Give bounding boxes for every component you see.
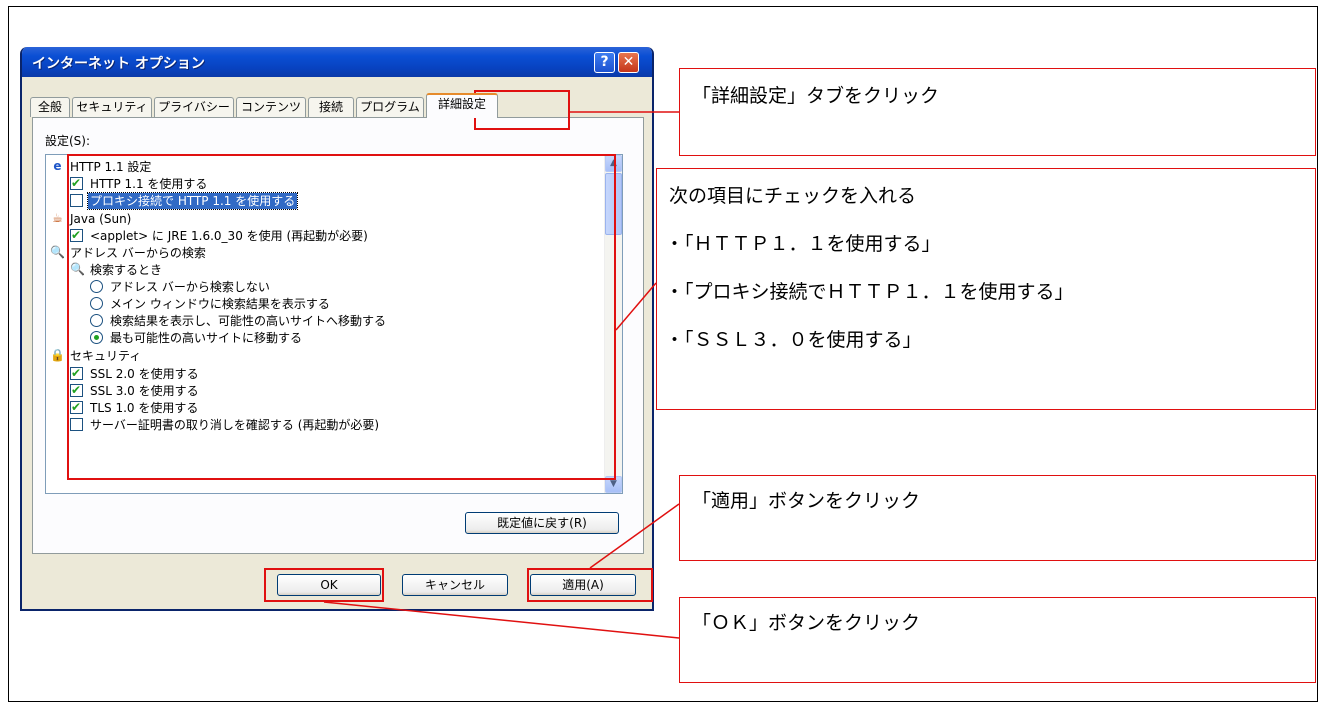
ok-callout: 「ＯＫ」ボタンをクリック	[679, 597, 1316, 683]
check-callout-item: ・「プロキシ接続でＨＴＴＰ１．１を使用する」	[665, 281, 1074, 303]
apply-callout: 「適用」ボタンをクリック	[679, 475, 1316, 561]
tab-advanced[interactable]: 詳細設定	[426, 93, 498, 118]
check-callout-item: ・「ＳＳＬ３．０を使用する」	[665, 329, 922, 351]
ok-callout-text: 「ＯＫ」ボタンをクリック	[692, 612, 921, 634]
check-callout-title: 次の項目にチェックを入れる	[669, 185, 917, 207]
check-callout: 次の項目にチェックを入れる ・「ＨＴＴＰ１．１を使用する」 ・「プロキシ接続でＨ…	[656, 168, 1316, 410]
tab-callout-text: 「詳細設定」タブをクリック	[692, 85, 940, 107]
settings-connector	[615, 282, 657, 331]
apply-callout-text: 「適用」ボタンをクリック	[692, 490, 921, 512]
ok-connector	[323, 601, 680, 639]
apply-connector	[589, 503, 680, 569]
tab-callout: 「詳細設定」タブをクリック	[679, 68, 1316, 156]
check-callout-item: ・「ＨＴＴＰ１．１を使用する」	[665, 233, 941, 255]
